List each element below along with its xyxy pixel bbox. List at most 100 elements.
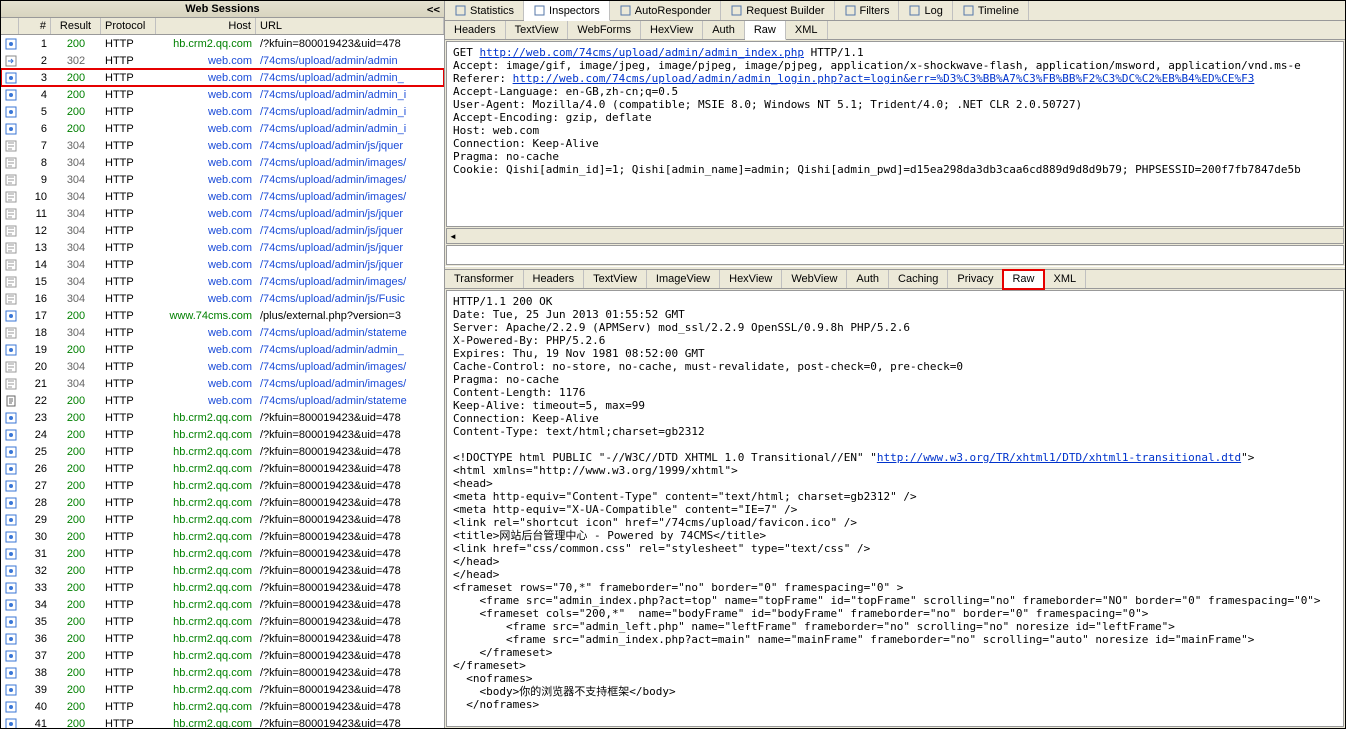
session-row[interactable]: 15304HTTPweb.com/74cms/upload/admin/imag… — [1, 273, 444, 290]
session-row[interactable]: 17200HTTPwww.74cms.com/plus/external.php… — [1, 307, 444, 324]
session-row[interactable]: 23200HTTPhb.crm2.qq.com/?kfuin=800019423… — [1, 409, 444, 426]
reqtab-textview[interactable]: TextView — [506, 21, 569, 39]
resptab-textview[interactable]: TextView — [584, 270, 647, 288]
row-icon — [1, 105, 19, 117]
chart-icon — [454, 4, 467, 17]
request-tabs: HeadersTextViewWebFormsHexViewAuthRawXML — [445, 21, 1345, 40]
reqtab-raw[interactable]: Raw — [745, 21, 786, 40]
search-icon — [533, 4, 546, 17]
dtd-url[interactable]: http://www.w3.org/TR/xhtml1/DTD/xhtml1-t… — [877, 451, 1241, 464]
row-icon — [1, 394, 19, 406]
row-icon — [1, 530, 19, 542]
resptab-transformer[interactable]: Transformer — [445, 270, 524, 288]
session-row[interactable]: 14304HTTPweb.com/74cms/upload/admin/js/j… — [1, 256, 444, 273]
tab-inspectors[interactable]: Inspectors — [524, 1, 610, 21]
session-row[interactable]: 21304HTTPweb.com/74cms/upload/admin/imag… — [1, 375, 444, 392]
row-icon — [1, 207, 19, 219]
session-row[interactable]: 19200HTTPweb.com/74cms/upload/admin/admi… — [1, 341, 444, 358]
session-row[interactable]: 2302HTTPweb.com/74cms/upload/admin/admin — [1, 52, 444, 69]
resptab-imageview[interactable]: ImageView — [647, 270, 720, 288]
referer-url[interactable]: http://web.com/74cms/upload/admin/admin_… — [513, 72, 1255, 85]
request-find[interactable] — [446, 245, 1344, 265]
sessions-title: Web Sessions — [185, 3, 259, 15]
session-row[interactable]: 31200HTTPhb.crm2.qq.com/?kfuin=800019423… — [1, 545, 444, 562]
row-icon — [1, 156, 19, 168]
tab-timeline[interactable]: Timeline — [953, 1, 1029, 20]
session-row[interactable]: 8304HTTPweb.com/74cms/upload/admin/image… — [1, 154, 444, 171]
resptab-xml[interactable]: XML — [1044, 270, 1086, 288]
session-row[interactable]: 11304HTTPweb.com/74cms/upload/admin/js/j… — [1, 205, 444, 222]
tab-request-builder[interactable]: Request Builder — [721, 1, 834, 20]
resptab-privacy[interactable]: Privacy — [948, 270, 1003, 288]
session-row[interactable]: 6200HTTPweb.com/74cms/upload/admin/admin… — [1, 120, 444, 137]
col-url[interactable]: URL — [256, 18, 444, 34]
reqtab-webforms[interactable]: WebForms — [568, 21, 641, 39]
collapse-button[interactable]: << — [427, 3, 440, 16]
session-row[interactable]: 18304HTTPweb.com/74cms/upload/admin/stat… — [1, 324, 444, 341]
session-row[interactable]: 38200HTTPhb.crm2.qq.com/?kfuin=800019423… — [1, 664, 444, 681]
session-row[interactable]: 32200HTTPhb.crm2.qq.com/?kfuin=800019423… — [1, 562, 444, 579]
tab-filters[interactable]: Filters — [835, 1, 900, 20]
session-row[interactable]: 34200HTTPhb.crm2.qq.com/?kfuin=800019423… — [1, 596, 444, 613]
row-icon — [1, 462, 19, 474]
row-icon — [1, 88, 19, 100]
request-raw[interactable]: GET http://web.com/74cms/upload/admin/ad… — [446, 41, 1344, 227]
row-icon — [1, 666, 19, 678]
session-row[interactable]: 24200HTTPhb.crm2.qq.com/?kfuin=800019423… — [1, 426, 444, 443]
session-row[interactable]: 7304HTTPweb.com/74cms/upload/admin/js/jq… — [1, 137, 444, 154]
request-hscroll[interactable] — [446, 228, 1344, 244]
session-row[interactable]: 1200HTTPhb.crm2.qq.com/?kfuin=800019423&… — [1, 35, 444, 52]
resptab-headers[interactable]: Headers — [524, 270, 585, 288]
session-row[interactable]: 36200HTTPhb.crm2.qq.com/?kfuin=800019423… — [1, 630, 444, 647]
row-icon — [1, 309, 19, 321]
sessions-panel: Web Sessions << # Result Protocol Host U… — [1, 1, 445, 728]
session-row[interactable]: 41200HTTPhb.crm2.qq.com/?kfuin=800019423… — [1, 715, 444, 728]
session-row[interactable]: 27200HTTPhb.crm2.qq.com/?kfuin=800019423… — [1, 477, 444, 494]
resptab-raw[interactable]: Raw — [1003, 270, 1044, 289]
tab-log[interactable]: Log — [899, 1, 952, 20]
session-row[interactable]: 10304HTTPweb.com/74cms/upload/admin/imag… — [1, 188, 444, 205]
session-row[interactable]: 25200HTTPhb.crm2.qq.com/?kfuin=800019423… — [1, 443, 444, 460]
resptab-caching[interactable]: Caching — [889, 270, 948, 288]
row-icon — [1, 258, 19, 270]
reqtab-headers[interactable]: Headers — [445, 21, 506, 39]
row-icon — [1, 377, 19, 389]
reqtab-auth[interactable]: Auth — [703, 21, 745, 39]
row-icon — [1, 717, 19, 728]
response-raw[interactable]: HTTP/1.1 200 OK Date: Tue, 25 Jun 2013 0… — [446, 290, 1344, 727]
session-row[interactable]: 5200HTTPweb.com/74cms/upload/admin/admin… — [1, 103, 444, 120]
session-row[interactable]: 35200HTTPhb.crm2.qq.com/?kfuin=800019423… — [1, 613, 444, 630]
tab-autoresponder[interactable]: AutoResponder — [610, 1, 721, 20]
session-row[interactable]: 40200HTTPhb.crm2.qq.com/?kfuin=800019423… — [1, 698, 444, 715]
session-row[interactable]: 12304HTTPweb.com/74cms/upload/admin/js/j… — [1, 222, 444, 239]
session-row[interactable]: 26200HTTPhb.crm2.qq.com/?kfuin=800019423… — [1, 460, 444, 477]
session-row[interactable]: 28200HTTPhb.crm2.qq.com/?kfuin=800019423… — [1, 494, 444, 511]
session-row[interactable]: 39200HTTPhb.crm2.qq.com/?kfuin=800019423… — [1, 681, 444, 698]
reqtab-hexview[interactable]: HexView — [641, 21, 703, 39]
reqtab-xml[interactable]: XML — [786, 21, 828, 39]
session-row[interactable]: 4200HTTPweb.com/74cms/upload/admin/admin… — [1, 86, 444, 103]
log-icon — [908, 4, 921, 17]
session-row[interactable]: 33200HTTPhb.crm2.qq.com/?kfuin=800019423… — [1, 579, 444, 596]
session-row[interactable]: 37200HTTPhb.crm2.qq.com/?kfuin=800019423… — [1, 647, 444, 664]
resptab-auth[interactable]: Auth — [847, 270, 889, 288]
request-url[interactable]: http://web.com/74cms/upload/admin/admin_… — [480, 46, 805, 59]
row-icon — [1, 173, 19, 185]
col-number[interactable]: # — [19, 18, 51, 34]
resptab-webview[interactable]: WebView — [782, 270, 847, 288]
session-row[interactable]: 3200HTTPweb.com/74cms/upload/admin/admin… — [1, 69, 444, 86]
session-row[interactable]: 20304HTTPweb.com/74cms/upload/admin/imag… — [1, 358, 444, 375]
col-host[interactable]: Host — [156, 18, 256, 34]
col-protocol[interactable]: Protocol — [101, 18, 156, 34]
resptab-hexview[interactable]: HexView — [720, 270, 782, 288]
sessions-list[interactable]: 1200HTTPhb.crm2.qq.com/?kfuin=800019423&… — [1, 35, 444, 728]
session-row[interactable]: 13304HTTPweb.com/74cms/upload/admin/js/j… — [1, 239, 444, 256]
session-row[interactable]: 29200HTTPhb.crm2.qq.com/?kfuin=800019423… — [1, 511, 444, 528]
tab-statistics[interactable]: Statistics — [445, 1, 524, 20]
session-row[interactable]: 30200HTTPhb.crm2.qq.com/?kfuin=800019423… — [1, 528, 444, 545]
session-row[interactable]: 9304HTTPweb.com/74cms/upload/admin/image… — [1, 171, 444, 188]
col-result[interactable]: Result — [51, 18, 101, 34]
session-row[interactable]: 16304HTTPweb.com/74cms/upload/admin/js/F… — [1, 290, 444, 307]
session-row[interactable]: 22200HTTPweb.com/74cms/upload/admin/stat… — [1, 392, 444, 409]
lightning-icon — [619, 4, 632, 17]
